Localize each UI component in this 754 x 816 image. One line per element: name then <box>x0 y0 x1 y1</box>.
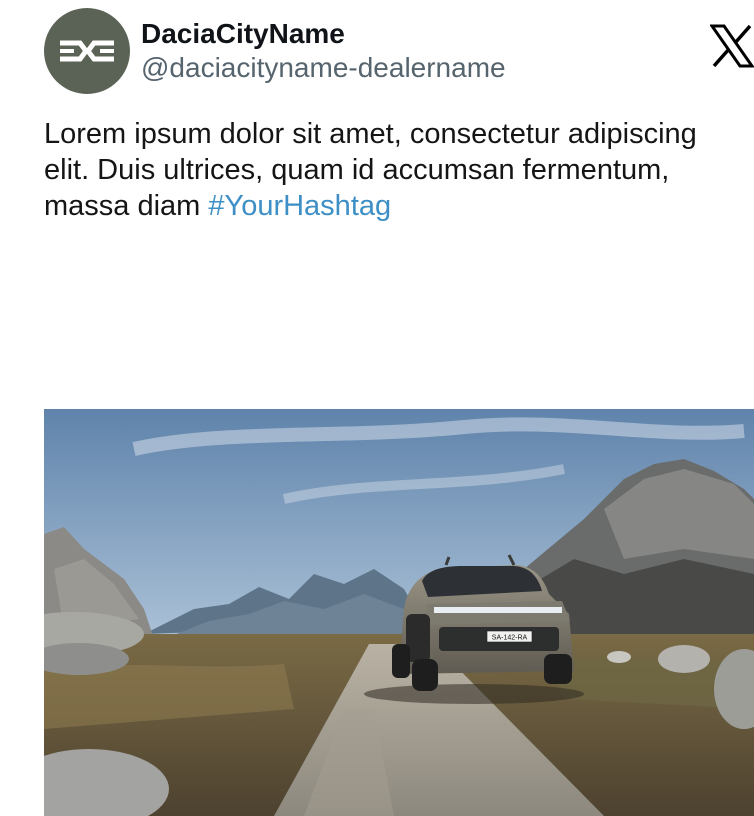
display-name[interactable]: DaciaCityName <box>141 18 345 50</box>
car-landscape-image: SA-142-RA <box>44 409 754 816</box>
tweet-text-fragment: massa diam <box>44 190 209 222</box>
hashtag-link[interactable]: #YourHashtag <box>208 190 391 222</box>
avatar[interactable] <box>44 8 130 94</box>
tweet-text-line: massa diam #YourHashtag <box>44 188 754 224</box>
tweet-text-line: elit. Duis ultrices, quam id accumsan fe… <box>44 154 670 186</box>
tweet-text-line: Lorem ipsum dolor sit amet, consectetur … <box>44 118 697 150</box>
tweet-header: DaciaCityName @daciacityname-dealername <box>44 8 754 94</box>
x-logo-icon[interactable] <box>710 24 754 68</box>
dacia-logo-icon <box>60 40 114 62</box>
account-handle[interactable]: @daciacityname-dealername <box>141 52 506 84</box>
tweet-photo[interactable]: SA-142-RA <box>44 409 754 816</box>
tweet-text: Lorem ipsum dolor sit amet, consectetur … <box>44 116 754 224</box>
license-plate: SA-142-RA <box>492 635 528 642</box>
